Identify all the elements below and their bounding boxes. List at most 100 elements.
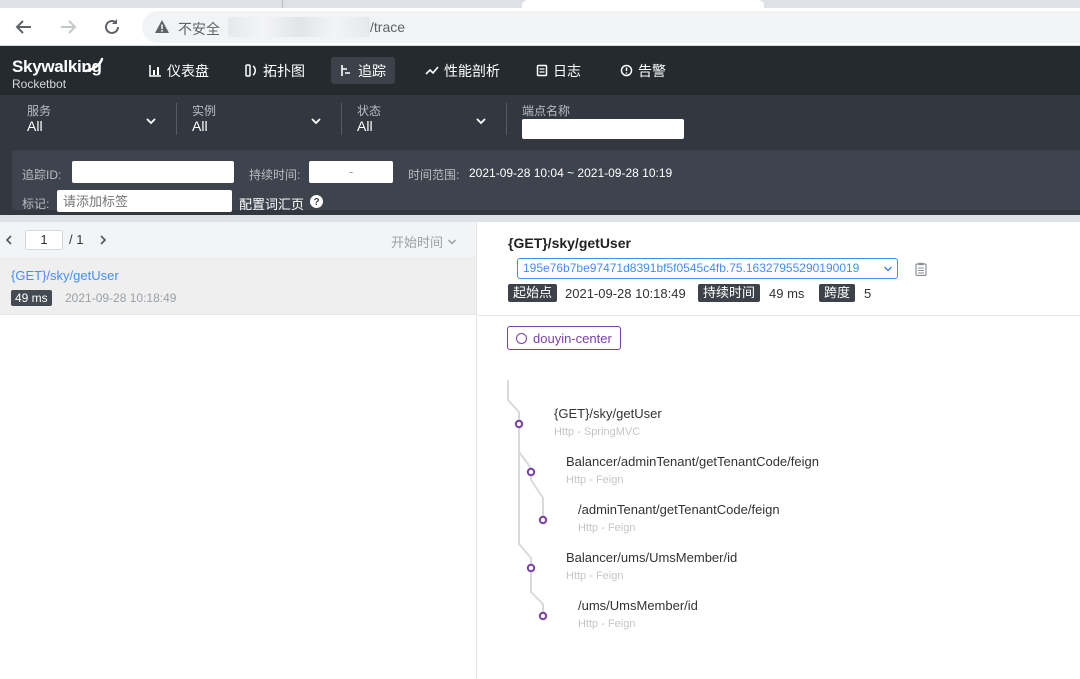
next-page-icon[interactable] [99,235,107,245]
page-input[interactable]: 1 [25,230,63,250]
browser-tab-active[interactable] [522,0,764,8]
span-name[interactable]: Balancer/ums/UmsMember/id [566,550,737,565]
blurred-host [228,17,370,37]
reload-button[interactable] [96,11,128,43]
status-filter[interactable]: 状态 All [357,95,490,145]
trace-id-select[interactable]: 195e76b7be97471d8391bf5f0545c4fb.75.1632… [517,258,898,279]
topology-icon [245,64,256,77]
chevron-down-icon [476,118,486,125]
instance-filter-label: 实例 [192,104,217,118]
logo-swoosh-icon [84,57,104,73]
filter-divider [341,103,342,135]
time-range-value[interactable]: 2021-09-28 10:04 ~ 2021-09-28 10:19 [469,166,672,180]
content-separator [0,215,1080,222]
chevron-down-icon [883,266,893,272]
tab-separator [282,0,283,8]
filter-bar: 服务 All 实例 All 状态 All 端点名称 [0,95,1080,145]
nav-dashboard-label: 仪表盘 [167,62,209,79]
nav-topology[interactable]: 拓扑图 [236,57,314,84]
clipboard-icon[interactable] [915,262,927,276]
forward-button[interactable] [52,11,84,43]
service-tag-label: douyin-center [533,330,612,346]
nav-alarm[interactable]: 告警 [611,57,675,84]
nav-profile[interactable]: 性能剖析 [416,57,509,84]
trace-duration-badge: 49 ms [11,290,52,306]
span-component: Http - SpringMVC [554,426,641,438]
tag-input[interactable] [57,190,232,212]
help-icon[interactable]: ? [310,195,323,208]
trace-id-value: 195e76b7be97471d8391bf5f0545c4fb.75.1632… [523,261,860,275]
back-button[interactable] [8,11,40,43]
span-name[interactable]: Balancer/adminTenant/getTenantCode/feign [566,454,819,469]
chevron-down-icon [146,118,156,125]
sort-label: 开始时间 [391,235,444,250]
span-component: Http - Feign [578,618,636,630]
warning-icon [155,20,169,33]
span-name[interactable]: /adminTenant/getTenantCode/feign [578,502,780,517]
logo-subtitle: Rocketbot [12,77,67,91]
start-value: 2021-09-28 10:18:49 [565,286,686,301]
trace-title: {GET}/sky/getUser [508,235,631,251]
service-filter-label: 服务 [27,104,52,118]
service-filter[interactable]: 服务 All [27,95,160,145]
profile-icon [425,66,439,75]
back-arrow-icon [15,20,31,34]
reload-icon [105,19,119,34]
nav-alarm-label: 告警 [638,62,666,79]
chevron-down-icon [447,238,457,245]
trace-list-panel: 1 / 1 开始时间 {GET}/sky/getUser 49 ms 2021-… [0,222,477,679]
nav-log[interactable]: 日志 [527,57,590,84]
service-circle-icon [516,332,527,344]
tag-label: 标记: [22,197,50,211]
page-total: / 1 [69,232,84,247]
service-tag[interactable]: douyin-center [507,326,621,350]
nav-log-label: 日志 [553,62,581,79]
trace-id-input[interactable] [72,161,234,183]
span-count-badge: 跨度 [819,284,856,302]
trace-icon [341,65,350,76]
chevron-down-icon [311,118,321,125]
svg-text:?: ? [313,197,319,208]
sort-dropdown[interactable]: 开始时间 [391,232,457,251]
nav-dashboard[interactable]: 仪表盘 [140,57,218,84]
duration-value: 49 ms [769,286,805,301]
filter-divider [506,103,507,135]
instance-filter-value: All [192,118,208,134]
instance-filter[interactable]: 实例 All [192,95,325,145]
span-node-icon [526,563,536,573]
endpoint-name-input[interactable] [522,119,684,139]
trace-id-label: 追踪ID: [22,168,62,182]
address-bar[interactable]: 不安全 /trace [142,11,1080,43]
status-filter-value: All [357,118,373,134]
endpoint-filter-label: 端点名称 [522,104,571,118]
trace-endpoint-name[interactable]: {GET}/sky/getUser [11,268,119,283]
trace-start-time: 2021-09-28 10:18:49 [65,291,177,305]
nav-trace-label: 追踪 [358,62,386,79]
duration-separator: - [348,164,354,179]
span-name[interactable]: /ums/UmsMember/id [578,598,698,613]
pagination-bar: 1 / 1 开始时间 [0,222,476,257]
trace-list-item[interactable]: {GET}/sky/getUser 49 ms 2021-09-28 10:18… [0,257,476,315]
query-bar: 追踪ID: 持续时间: - 时间范围: 2021-09-28 10:04 ~ 2… [0,145,1080,215]
span-component: Http - Feign [578,522,636,534]
dashboard-icon [149,65,161,77]
nav-profile-label: 性能剖析 [444,62,500,79]
duration-range-input[interactable]: - [309,161,393,183]
duration-label: 持续时间: [249,168,301,182]
glossary-link[interactable]: 配置词汇页 [239,194,304,213]
nav-trace[interactable]: 追踪 [331,57,395,84]
duration-badge: 持续时间 [698,284,761,302]
span-component: Http - Feign [566,474,624,486]
service-filter-value: All [27,118,43,134]
query-panel: 追踪ID: 持续时间: - 时间范围: 2021-09-28 10:04 ~ 2… [12,150,1080,213]
browser-toolbar: 不安全 /trace [0,8,1080,46]
filter-divider [176,103,177,135]
alarm-icon [620,64,633,77]
app-header: Skywalking Rocketbot 仪表盘 拓扑图 追踪 性能剖析 日志 … [0,46,1080,95]
security-label: 不安全 [178,21,220,37]
prev-page-icon[interactable] [5,235,13,245]
span-name[interactable]: {GET}/sky/getUser [554,406,662,421]
span-count-value: 5 [864,286,872,301]
detail-divider [478,315,1080,316]
trace-detail-panel: {GET}/sky/getUser 195e76b7be97471d8391bf… [478,222,1080,679]
